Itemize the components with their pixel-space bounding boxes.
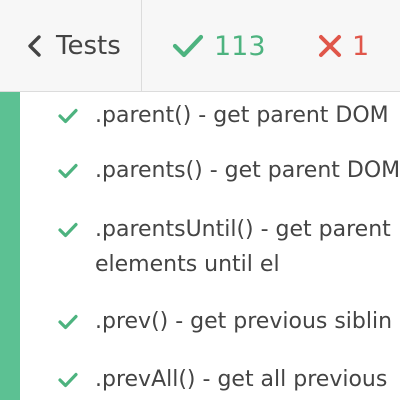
cross-icon [319,35,341,57]
back-label: Tests [56,31,121,61]
reporter-header: Tests 113 1 [0,0,400,92]
test-item-prev[interactable]: .prev() - get previous siblin [58,304,400,339]
suite-status-bar [0,92,20,400]
test-title: .parentsUntil() - get parent elements un… [95,212,400,282]
check-icon [58,212,80,247]
chevron-left-icon [28,35,41,57]
check-icon [58,98,80,133]
failed-stat[interactable]: 1 [318,0,369,92]
test-title: .parents() - get parent DOM [95,158,400,183]
test-title: .parent() - get parent DOM [95,103,389,128]
test-item-prev-all[interactable]: .prevAll() - get all previous [58,362,400,397]
passed-count: 113 [214,30,266,62]
check-icon [58,153,80,188]
test-item-parents[interactable]: .parents() - get parent DOM [58,153,400,188]
check-icon [58,304,80,339]
test-item-parents-until[interactable]: .parentsUntil() - get parent elements un… [58,212,400,282]
check-icon [58,362,80,397]
check-icon [172,34,204,58]
passed-stat[interactable]: 113 [172,0,266,92]
test-title: .prev() - get previous siblin [95,309,393,334]
test-title-line-1: .parentsUntil() - get parent [95,217,391,242]
test-title-line-2: elements until el [95,252,280,277]
failed-count: 1 [352,30,370,62]
back-to-tests-link[interactable]: Tests [22,0,121,92]
test-title: .prevAll() - get all previous [95,367,388,392]
test-item-parent[interactable]: .parent() - get parent DOM [58,98,400,133]
header-divider [141,0,142,92]
